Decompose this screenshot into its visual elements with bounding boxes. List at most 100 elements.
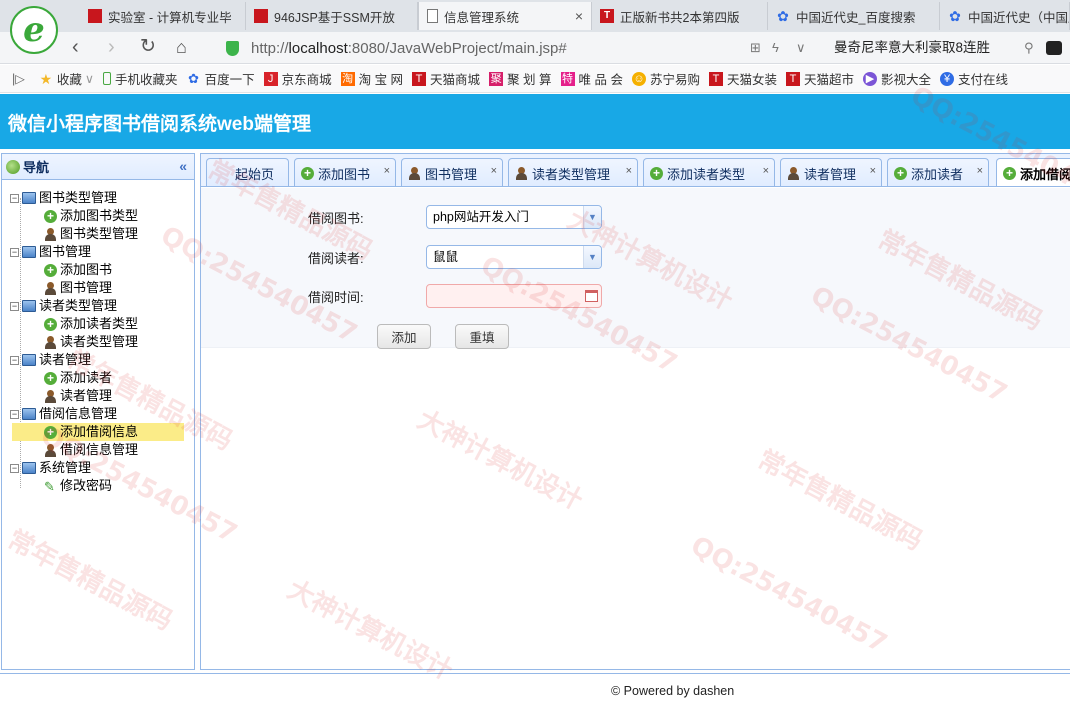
tmall-icon: T [786, 71, 800, 86]
collapse-tree-icon[interactable]: − [10, 193, 19, 203]
red-square-icon [88, 9, 102, 23]
tab-add-book[interactable]: + 添加图书 × [294, 158, 396, 186]
tree-group[interactable]: − 图书管理 [2, 243, 194, 261]
bookmark-item[interactable]: T 天猫超市 [786, 69, 854, 88]
close-icon[interactable]: × [626, 165, 632, 177]
user-icon [44, 281, 57, 295]
tree-group[interactable]: − 图书类型管理 [2, 189, 194, 207]
bookmark-item[interactable]: ▶ 影视大全 [863, 69, 931, 88]
tree-item[interactable]: 图书类型管理 [2, 225, 194, 243]
tree-item[interactable]: + 添加读者类型 [2, 315, 194, 333]
forward-icon[interactable]: › [108, 36, 115, 58]
back-icon[interactable]: ‹ [72, 36, 79, 58]
tree-item-selected[interactable]: + 添加借阅信息 [12, 423, 184, 441]
sidebar-toggle-icon[interactable]: |▷ [12, 71, 25, 86]
bookmark-item[interactable]: ¥ 支付在线 [940, 69, 1008, 88]
tree-item[interactable]: + 添加图书 [2, 261, 194, 279]
taobao-icon: 淘 [340, 71, 355, 86]
tree-item[interactable]: 读者类型管理 [2, 333, 194, 351]
time-label: 借阅时间: [308, 290, 364, 305]
bookmark-item[interactable]: J 京东商城 [263, 69, 332, 88]
browser-tab[interactable]: T 正版新书共2本第四版 [592, 2, 768, 30]
tree-item[interactable]: + 添加读者 [2, 369, 194, 387]
submit-button[interactable]: 添加 [377, 324, 431, 349]
chevron-down-icon[interactable]: ▼ [583, 206, 601, 228]
collapse-tree-icon[interactable]: − [10, 355, 19, 365]
lightning-icon[interactable]: ϟ [772, 40, 779, 55]
computer-icon [22, 300, 36, 312]
computer-icon [22, 408, 36, 420]
baidu-paw-icon: ✿ [188, 70, 200, 86]
content-tabs: 起始页 + 添加图书 × 图书管理 × 读者类型管理 × + 添加读者类型 × 读者管理 × … [201, 154, 1070, 187]
user-avatar-icon[interactable] [1046, 41, 1062, 55]
tree-item[interactable]: 借阅信息管理 [2, 441, 194, 459]
tree-item[interactable]: + 添加图书类型 [2, 207, 194, 225]
search-input[interactable]: 曼奇尼率意大利豪取8连胜 [834, 36, 1034, 60]
close-icon[interactable]: × [491, 165, 497, 177]
bookmark-item[interactable]: ★ 收藏 ∨ [39, 69, 94, 88]
bookmark-item[interactable]: T 天猫商城 [412, 69, 480, 88]
close-icon[interactable]: × [870, 165, 876, 177]
book-select[interactable]: php网站开发入门 ▼ [426, 205, 602, 229]
computer-icon [22, 354, 36, 366]
add-icon: + [301, 166, 314, 180]
close-icon[interactable]: × [763, 165, 769, 177]
bookmark-item[interactable]: 特唯 品 会 [560, 69, 623, 88]
tab-reader-manage[interactable]: 读者管理 × [780, 158, 882, 186]
tree-group[interactable]: − 读者类型管理 [2, 297, 194, 315]
user-icon [44, 389, 57, 403]
browser-tab[interactable]: ✿ 中国近代史（中国历 [940, 2, 1070, 30]
reload-icon[interactable]: ↻ [140, 36, 156, 58]
calendar-icon[interactable] [585, 290, 598, 302]
user-icon [408, 166, 421, 180]
bookmark-item[interactable]: 手机收藏夹 [103, 69, 178, 88]
baidu-paw-icon: ✿ [777, 8, 789, 24]
collapse-tree-icon[interactable]: − [10, 409, 19, 419]
tab-home[interactable]: 起始页 [206, 158, 289, 186]
home-icon[interactable]: ⌂ [176, 36, 187, 58]
browser-window: 实验室 - 计算机专业毕 946JSP基于SSM开放 信息管理系统 × T 正版… [0, 0, 1070, 710]
bookmark-item[interactable]: T 天猫女装 [708, 69, 777, 88]
tree-group[interactable]: − 系统管理 [2, 459, 194, 477]
bookmark-item[interactable]: 聚聚 划 算 [489, 69, 552, 88]
borrow-time-input[interactable] [426, 284, 602, 308]
chevron-down-icon[interactable]: ▼ [583, 246, 601, 268]
add-icon: + [44, 317, 57, 331]
browser-tab-active[interactable]: 信息管理系统 × [418, 2, 592, 30]
tree-item[interactable]: 读者管理 [2, 387, 194, 405]
add-icon: + [44, 371, 57, 385]
browser-tab[interactable]: 实验室 - 计算机专业毕 [80, 2, 246, 30]
tree-item[interactable]: 图书管理 [2, 279, 194, 297]
collapse-tree-icon[interactable]: − [10, 463, 19, 473]
url-field[interactable]: http://localhost:8080/JavaWebProject/mai… [226, 36, 786, 60]
user-icon [44, 443, 57, 457]
close-icon[interactable]: × [977, 165, 983, 177]
chevron-down-icon[interactable]: ∨ [796, 40, 806, 56]
tab-add-reader-type[interactable]: + 添加读者类型 × [643, 158, 775, 186]
bookmark-item[interactable]: 淘淘 宝 网 [340, 69, 403, 88]
reset-button[interactable]: 重填 [455, 324, 509, 349]
collapse-tree-icon[interactable]: − [10, 301, 19, 311]
tree-group[interactable]: − 借阅信息管理 [2, 405, 194, 423]
phone-icon [103, 72, 112, 85]
bookmark-item[interactable]: ☺ 苏宁易购 [631, 69, 700, 88]
close-icon[interactable]: × [384, 165, 390, 177]
suning-icon: ☺ [631, 71, 646, 86]
tab-book-manage[interactable]: 图书管理 × [401, 158, 503, 186]
tree-group[interactable]: − 读者管理 [2, 351, 194, 369]
tab-add-reader[interactable]: + 添加读者 × [887, 158, 989, 186]
collapse-tree-icon[interactable]: − [10, 247, 19, 257]
footer: © Powered by dashen [0, 673, 1070, 710]
collapse-icon[interactable]: « [179, 158, 187, 174]
search-icon[interactable]: ⚲ [1024, 40, 1034, 56]
browser-tab[interactable]: 946JSP基于SSM开放 [246, 2, 418, 30]
tree-item[interactable]: ✎ 修改密码 [2, 477, 194, 495]
grid-icon[interactable]: ⊞ [750, 40, 761, 56]
reader-select[interactable]: 鼠鼠 ▼ [426, 245, 602, 269]
tab-add-borrow[interactable]: + 添加借阅 [996, 158, 1070, 186]
browser-tab[interactable]: ✿ 中国近代史_百度搜索 [768, 2, 940, 30]
bookmark-item[interactable]: ✿ 百度一下 [187, 69, 254, 88]
user-icon [515, 166, 528, 180]
close-tab-icon[interactable]: × [575, 8, 583, 24]
tab-reader-type-manage[interactable]: 读者类型管理 × [508, 158, 638, 186]
